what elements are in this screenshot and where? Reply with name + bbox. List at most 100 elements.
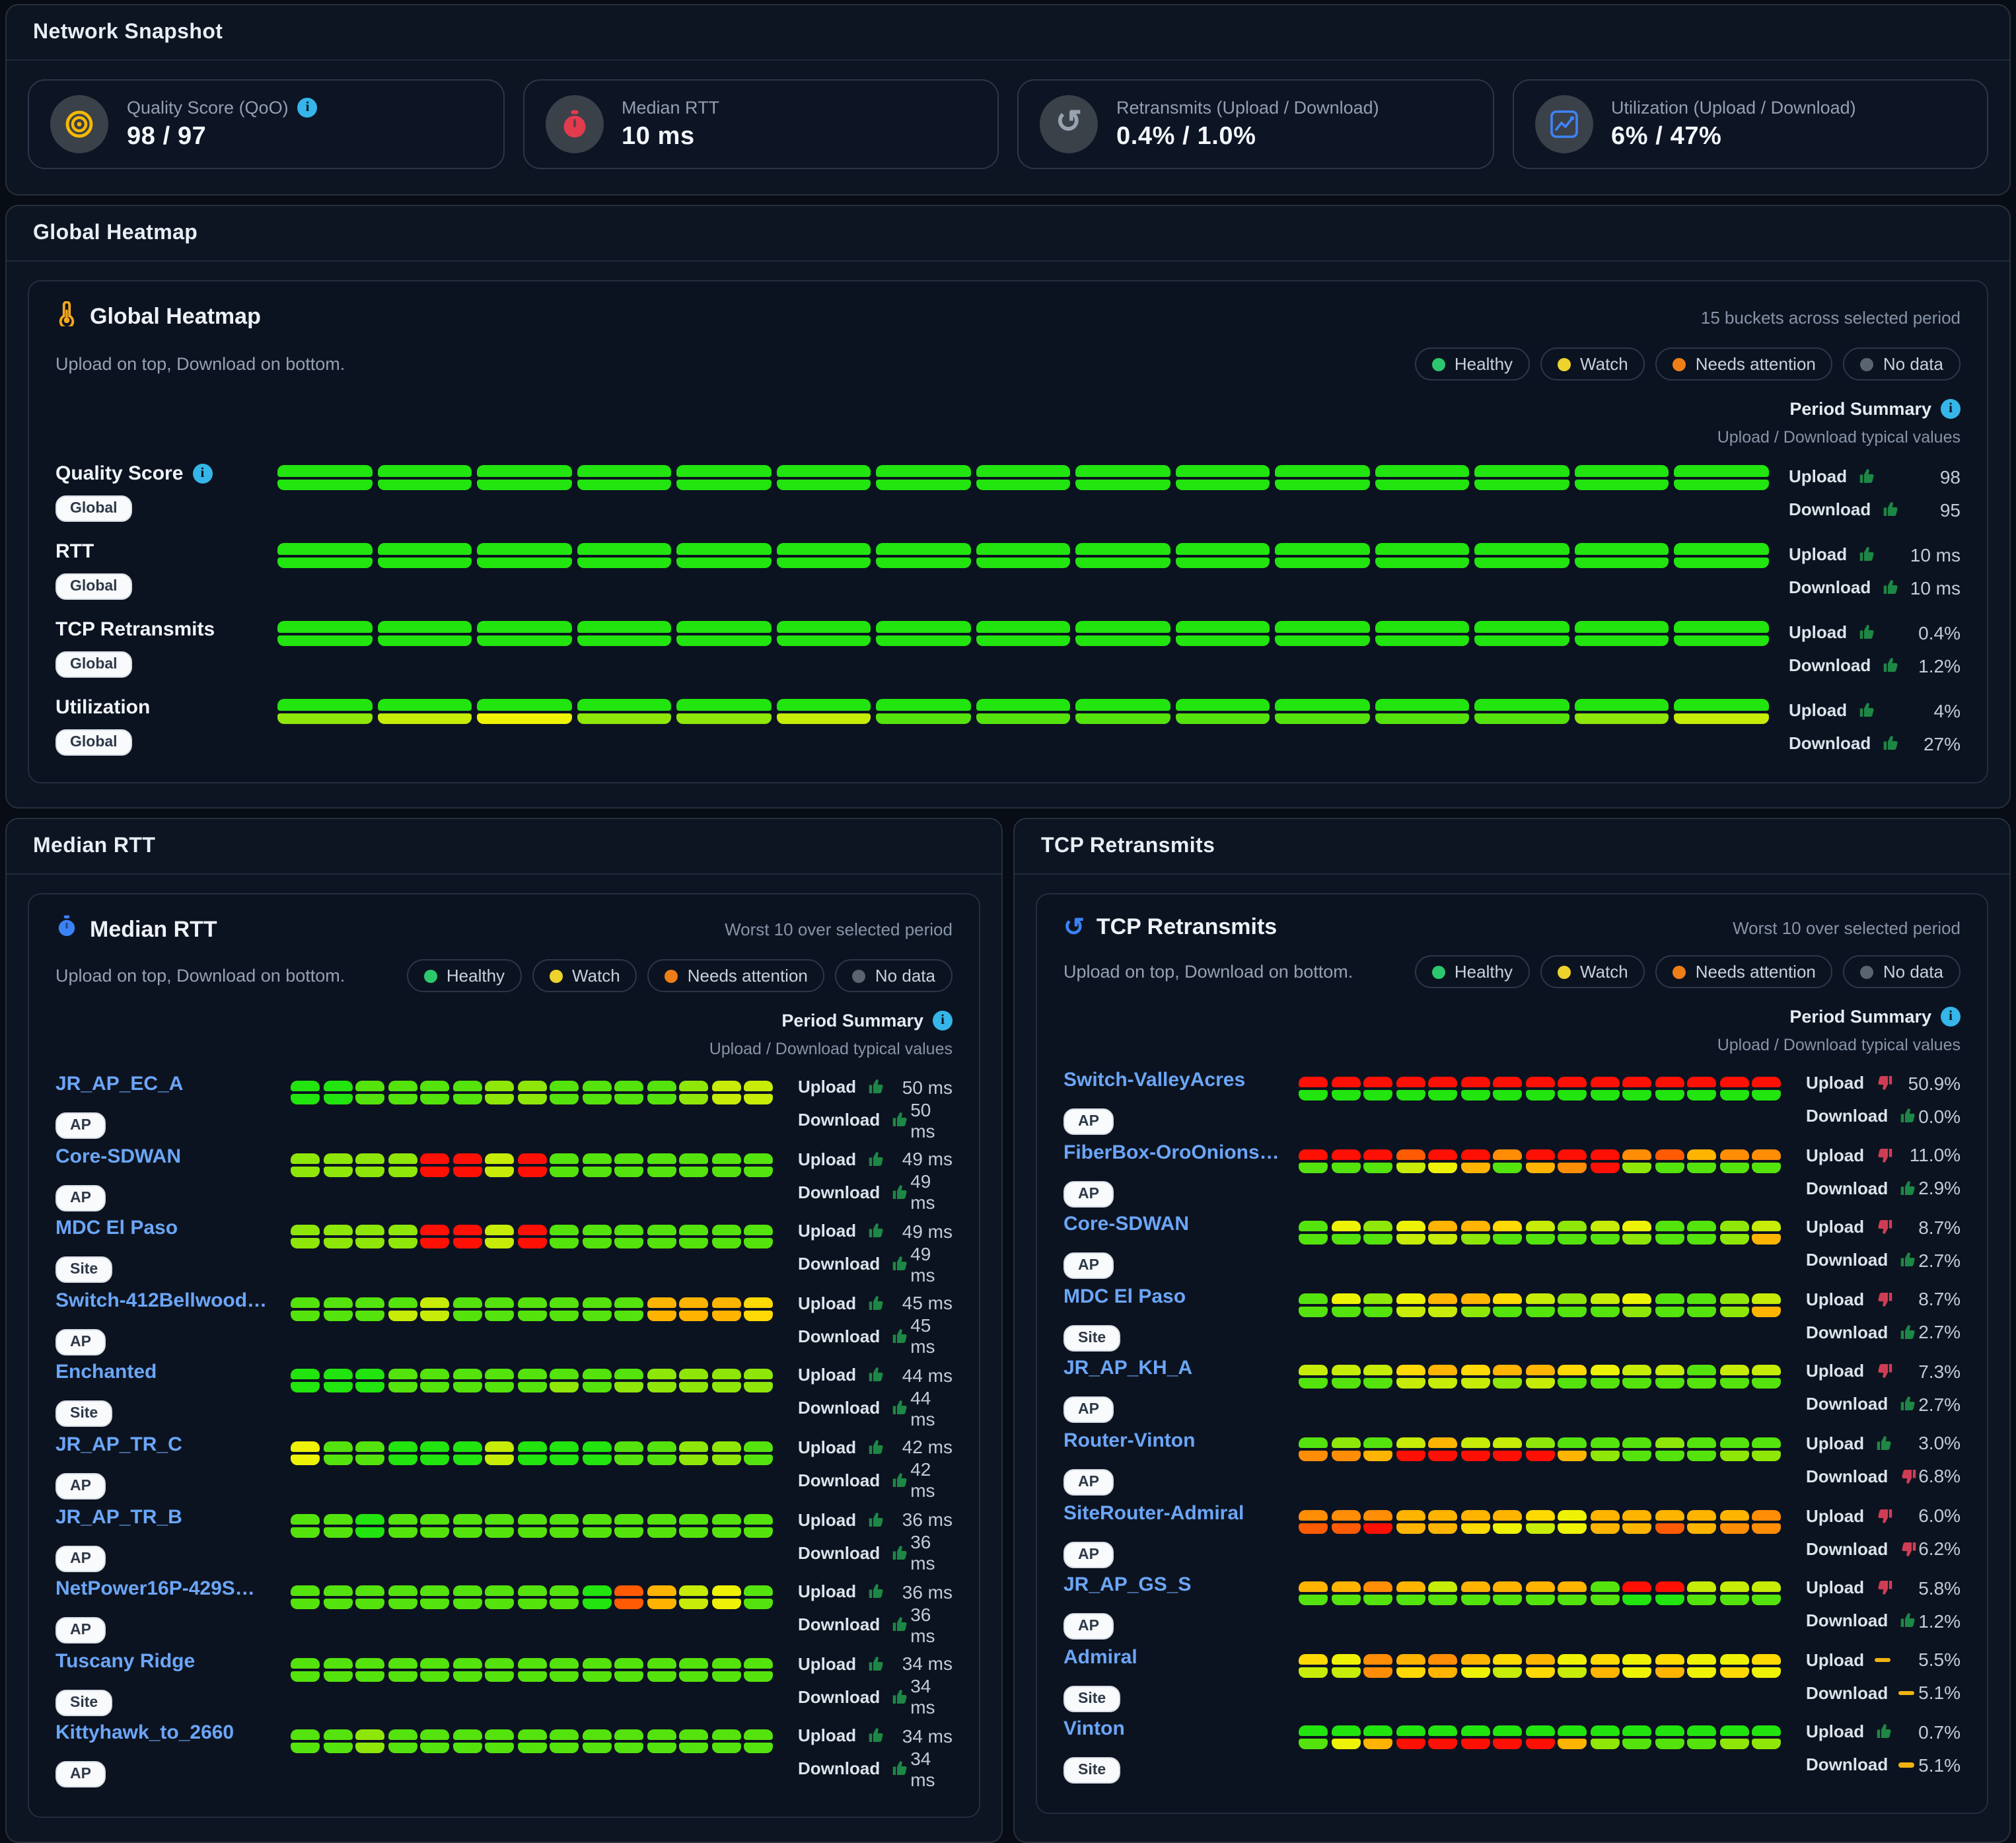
heatmap-cell[interactable] (1558, 1149, 1587, 1173)
heatmap-cell[interactable] (1719, 1726, 1748, 1750)
heatmap-cell[interactable] (1363, 1509, 1392, 1533)
heatmap-cell[interactable] (647, 1081, 676, 1104)
heatmap-cell[interactable] (291, 1441, 320, 1465)
heatmap-cell[interactable] (452, 1513, 482, 1537)
heatmap-cell[interactable] (452, 1297, 482, 1321)
heatmap-cell[interactable] (614, 1658, 643, 1682)
heatmap-cell[interactable] (291, 1730, 320, 1754)
heatmap-cell[interactable] (1674, 621, 1768, 646)
heatmap-cell[interactable] (485, 1297, 514, 1321)
heatmap-cell[interactable] (477, 621, 571, 646)
heatmap-cell[interactable] (1363, 1437, 1392, 1461)
heatmap-cell[interactable] (323, 1730, 352, 1754)
heatmap-cell[interactable] (452, 1153, 482, 1176)
heatmap-cell[interactable] (1460, 1077, 1490, 1101)
heatmap-cell[interactable] (1474, 621, 1569, 646)
device-link[interactable]: JR_AP_GS_S (1063, 1572, 1191, 1597)
heatmap-cell[interactable] (1558, 1077, 1587, 1101)
device-link[interactable]: Kittyhawk_to_2660 (55, 1721, 234, 1746)
heatmap-cell[interactable] (550, 1513, 579, 1537)
heatmap-cell[interactable] (1655, 1293, 1684, 1317)
heatmap-cell[interactable] (577, 543, 671, 568)
heatmap-cell[interactable] (277, 465, 372, 490)
heatmap-cell[interactable] (1525, 1077, 1554, 1101)
heatmap-cell[interactable] (1655, 1077, 1684, 1101)
heatmap-cell[interactable] (1674, 543, 1768, 568)
heatmap-cell[interactable] (1375, 621, 1469, 646)
heatmap-cell[interactable] (1622, 1654, 1651, 1678)
heatmap-cell[interactable] (517, 1369, 546, 1393)
heatmap-cell[interactable] (1752, 1149, 1781, 1173)
heatmap-cell[interactable] (355, 1153, 384, 1176)
heatmap-cell[interactable] (1363, 1221, 1392, 1245)
heatmap-cell[interactable] (1396, 1726, 1425, 1750)
heatmap-cell[interactable] (1655, 1726, 1684, 1750)
heatmap-cell[interactable] (711, 1585, 740, 1609)
heatmap-cell[interactable] (1525, 1654, 1554, 1678)
heatmap-cell[interactable] (776, 699, 871, 724)
heatmap-cell[interactable] (711, 1297, 740, 1321)
heatmap-cell[interactable] (1428, 1581, 1457, 1605)
heatmap-cell[interactable] (1460, 1221, 1490, 1245)
heatmap-cell[interactable] (679, 1225, 708, 1248)
heatmap-cell[interactable] (452, 1730, 482, 1754)
heatmap-cell[interactable] (1396, 1149, 1425, 1173)
heatmap-cell[interactable] (1719, 1149, 1748, 1173)
heatmap-cell[interactable] (1428, 1509, 1457, 1533)
heatmap-cell[interactable] (582, 1658, 611, 1682)
heatmap-cell[interactable] (1331, 1077, 1360, 1101)
heatmap-cell[interactable] (1622, 1077, 1651, 1101)
heatmap-cell[interactable] (1428, 1221, 1457, 1245)
heatmap-cell[interactable] (711, 1225, 740, 1248)
heatmap-cell[interactable] (1396, 1654, 1425, 1678)
heatmap-cell[interactable] (1590, 1293, 1619, 1317)
heatmap-cell[interactable] (1428, 1077, 1457, 1101)
heatmap-cell[interactable] (1493, 1509, 1522, 1533)
heatmap-cell[interactable] (1687, 1365, 1716, 1389)
heatmap-cell[interactable] (1275, 699, 1369, 724)
heatmap-cell[interactable] (1474, 699, 1569, 724)
heatmap-cell[interactable] (1299, 1437, 1328, 1461)
heatmap-cell[interactable] (323, 1297, 352, 1321)
heatmap-cell[interactable] (1655, 1221, 1684, 1245)
heatmap-cell[interactable] (1175, 543, 1270, 568)
heatmap-cell[interactable] (711, 1081, 740, 1104)
heatmap-cell[interactable] (1590, 1365, 1619, 1389)
heatmap-cell[interactable] (550, 1081, 579, 1104)
heatmap-cell[interactable] (582, 1513, 611, 1537)
heatmap-cell[interactable] (679, 1369, 708, 1393)
heatmap-cell[interactable] (1299, 1149, 1328, 1173)
heatmap-cell[interactable] (1622, 1726, 1651, 1750)
heatmap-cell[interactable] (452, 1658, 482, 1682)
heatmap-cell[interactable] (647, 1730, 676, 1754)
heatmap-cell[interactable] (323, 1585, 352, 1609)
heatmap-cell[interactable] (676, 699, 771, 724)
heatmap-cell[interactable] (711, 1369, 740, 1393)
heatmap-cell[interactable] (323, 1513, 352, 1537)
heatmap-cell[interactable] (485, 1658, 514, 1682)
heatmap-cell[interactable] (1590, 1221, 1619, 1245)
heatmap-cell[interactable] (744, 1153, 773, 1176)
heatmap-cell[interactable] (517, 1585, 546, 1609)
heatmap-cell[interactable] (647, 1585, 676, 1609)
heatmap-cell[interactable] (711, 1441, 740, 1465)
heatmap-cell[interactable] (647, 1441, 676, 1465)
heatmap-cell[interactable] (1558, 1509, 1587, 1533)
heatmap-cell[interactable] (647, 1513, 676, 1537)
heatmap-cell[interactable] (1363, 1293, 1392, 1317)
heatmap-cell[interactable] (1493, 1293, 1522, 1317)
heatmap-cell[interactable] (1655, 1654, 1684, 1678)
heatmap-cell[interactable] (550, 1369, 579, 1393)
heatmap-cell[interactable] (1363, 1654, 1392, 1678)
heatmap-cell[interactable] (452, 1225, 482, 1248)
heatmap-cell[interactable] (1687, 1077, 1716, 1101)
info-icon[interactable]: i (298, 98, 318, 118)
heatmap-cell[interactable] (582, 1081, 611, 1104)
heatmap-cell[interactable] (1525, 1365, 1554, 1389)
device-link[interactable]: JR_AP_TR_B (55, 1504, 182, 1529)
heatmap-cell[interactable] (291, 1297, 320, 1321)
heatmap-cell[interactable] (377, 621, 472, 646)
heatmap-cell[interactable] (647, 1225, 676, 1248)
heatmap-cell[interactable] (1674, 465, 1768, 490)
heatmap-cell[interactable] (744, 1441, 773, 1465)
